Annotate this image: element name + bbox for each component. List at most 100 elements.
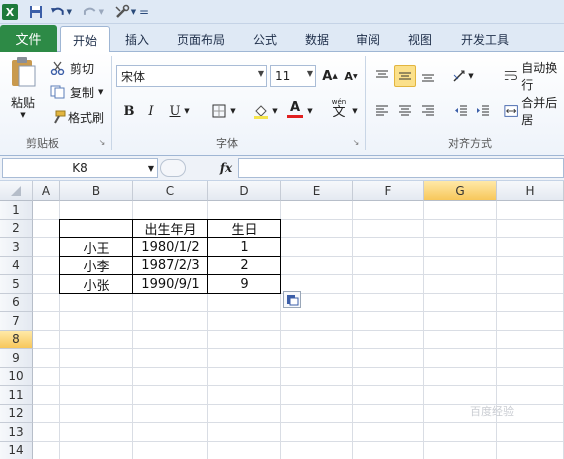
tab-developer[interactable]: 开发工具 [452, 26, 518, 52]
align-left-button[interactable] [371, 100, 393, 122]
tab-view[interactable]: 视图 [399, 26, 441, 52]
paste-options-icon[interactable] [283, 291, 301, 308]
font-color-button[interactable]: A [284, 98, 306, 120]
row-header-13[interactable]: 13 [0, 423, 33, 442]
grow-font-button[interactable]: A ▲ [319, 65, 341, 87]
borders-dropdown-icon[interactable]: ▼ [228, 100, 238, 122]
column-header-d[interactable]: D [208, 181, 281, 201]
paste-button[interactable]: 粘贴 ▼ [6, 56, 40, 126]
paste-icon [12, 57, 36, 87]
row-header-3[interactable]: 3 [0, 238, 33, 257]
decrease-indent-button[interactable] [450, 100, 472, 122]
undo-icon[interactable]: ▼ [50, 3, 72, 21]
group-separator [111, 56, 112, 150]
formula-expander[interactable] [160, 159, 186, 177]
cell-c5[interactable]: 1990/9/1 [133, 275, 208, 294]
phonetic-dropdown-icon[interactable]: ▼ [350, 100, 360, 122]
insert-function-button[interactable]: fx [216, 159, 236, 177]
column-header-f[interactable]: F [353, 181, 424, 201]
column-header-b[interactable]: B [60, 181, 133, 201]
table-border [280, 218, 281, 294]
column-header-c[interactable]: C [133, 181, 208, 201]
tab-insert[interactable]: 插入 [115, 26, 159, 52]
tools-icon[interactable]: ▼ [112, 3, 138, 21]
font-color-swatch [287, 114, 303, 118]
copy-button[interactable]: 复制 ▼ [50, 83, 103, 101]
tab-data[interactable]: 数据 [296, 26, 338, 52]
tab-home[interactable]: 开始 [60, 26, 110, 53]
format-painter-label: 格式刷 [68, 110, 105, 125]
cell-c4[interactable]: 1987/2/3 [133, 257, 208, 276]
format-painter-button[interactable]: 格式刷 [50, 108, 104, 126]
orientation-button[interactable]: ▼ [448, 65, 478, 87]
italic-button[interactable]: I [140, 100, 162, 122]
formula-input[interactable] [238, 158, 564, 178]
row-header-7[interactable]: 7 [0, 312, 33, 331]
clipboard-launcher-icon[interactable]: ↘ [96, 136, 108, 148]
row-gridline [33, 440, 564, 442]
row-header-10[interactable]: 10 [0, 367, 33, 386]
align-right-button[interactable] [417, 100, 439, 122]
text-orientation-icon [453, 70, 465, 82]
align-bottom-button[interactable] [417, 65, 439, 87]
align-center-button[interactable] [394, 100, 416, 122]
customize-toolbar-button[interactable]: = [139, 3, 149, 21]
bold-button[interactable]: B [118, 100, 140, 122]
cell-b3[interactable]: 小王 [60, 238, 133, 257]
underline-dropdown-icon[interactable]: ▼ [182, 100, 192, 122]
borders-button[interactable] [208, 100, 230, 122]
cell-b5[interactable]: 小张 [60, 275, 133, 294]
shrink-font-button[interactable]: A ▼ [340, 65, 362, 87]
row-header-8[interactable]: 8 [0, 330, 33, 349]
wrap-text-button[interactable]: 自动换行 [504, 61, 564, 92]
merge-center-button[interactable]: 合并后居 [504, 96, 564, 127]
row-header-14[interactable]: 14 [0, 441, 33, 459]
tab-formulas[interactable]: 公式 [244, 26, 286, 52]
cell-d5[interactable]: 9 [208, 275, 281, 294]
align-middle-button[interactable] [394, 65, 416, 87]
column-header-h[interactable]: H [497, 181, 564, 201]
row-header-12[interactable]: 12 [0, 404, 33, 423]
fill-color-button[interactable] [250, 100, 272, 122]
font-launcher-icon[interactable]: ↘ [350, 136, 362, 148]
select-all-corner[interactable] [0, 181, 33, 201]
font-size-select[interactable]: 11 ▼ [270, 65, 316, 87]
cut-button[interactable]: 剪切 [50, 59, 94, 77]
name-box[interactable]: K8 ▼ [2, 158, 158, 178]
cell-b4[interactable]: 小李 [60, 257, 133, 275]
align-top-button[interactable] [371, 65, 393, 87]
cell-c3[interactable]: 1980/1/2 [133, 238, 208, 257]
row-header-9[interactable]: 9 [0, 349, 33, 368]
row-header-1[interactable]: 1 [0, 201, 33, 220]
increase-indent-button[interactable] [472, 100, 494, 122]
redo-icon[interactable]: ▼ [82, 3, 104, 21]
row-header-5[interactable]: 5 [0, 275, 33, 294]
spreadsheet-grid: ABCDEFGH 1 2 3 4 5 6 7 8 9 10 11 12 13 14 出生年月 生日 小王 198… [0, 181, 564, 459]
save-icon[interactable] [28, 3, 44, 21]
column-header-e[interactable]: E [281, 181, 353, 201]
row-gridline [33, 422, 564, 423]
align-left-icon [376, 105, 388, 116]
tab-page-layout[interactable]: 页面布局 [168, 26, 234, 52]
row-header-6[interactable]: 6 [0, 293, 33, 312]
cell-d3[interactable]: 1 [208, 238, 281, 257]
cell-d2[interactable]: 生日 [208, 220, 281, 238]
fill-color-dropdown-icon[interactable]: ▼ [270, 100, 280, 122]
column-header-g[interactable]: G [424, 181, 497, 201]
cell-d4[interactable]: 2 [208, 257, 281, 276]
column-header-a[interactable]: A [33, 181, 60, 201]
font-color-dropdown-icon[interactable]: ▼ [305, 100, 315, 122]
row-header-2[interactable]: 2 [0, 219, 33, 238]
row-header-11[interactable]: 11 [0, 386, 33, 405]
shrink-font-label: A [344, 69, 353, 83]
tab-review[interactable]: 审阅 [347, 26, 389, 52]
tab-file[interactable]: 文件 [0, 25, 57, 52]
font-name-select[interactable]: 宋体 ▼ [116, 65, 267, 87]
cell-c2[interactable]: 出生年月 [133, 220, 208, 238]
formula-bar: K8 ▼ fx [0, 156, 564, 181]
row-header-4[interactable]: 4 [0, 256, 33, 275]
decrease-indent-icon [455, 105, 467, 116]
phonetic-guide-button[interactable]: wén 文 [326, 96, 352, 122]
grow-font-label: A [322, 68, 333, 84]
excel-logo: X [2, 4, 18, 20]
